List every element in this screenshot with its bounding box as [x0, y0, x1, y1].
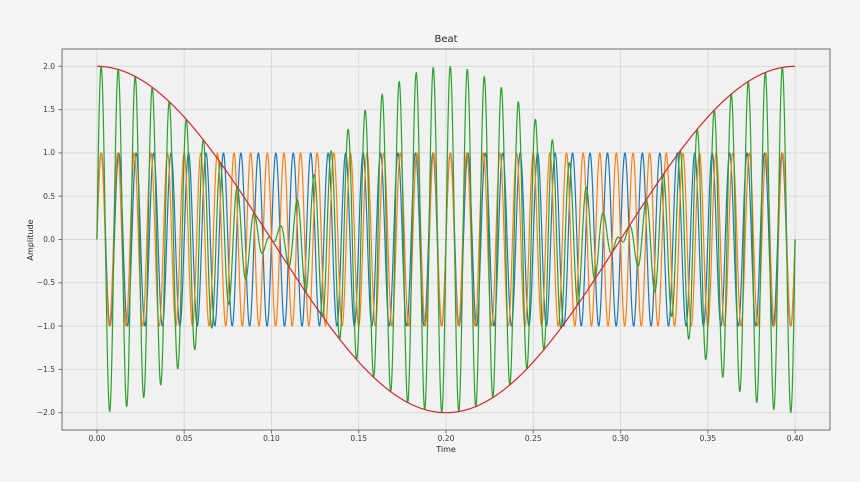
x-tick-label: 0.05 [175, 434, 193, 443]
y-tick-label: 1.5 [43, 105, 55, 115]
x-tick-label: 0.20 [437, 434, 455, 443]
x-tick-label: 0.00 [88, 434, 106, 443]
y-tick-label: −1.0 [36, 321, 55, 331]
y-tick-label: 1.0 [43, 148, 55, 158]
x-tick-label: 0.40 [786, 434, 804, 443]
y-tick-label: 0.5 [43, 191, 55, 201]
y-tick-label: −1.5 [36, 364, 55, 374]
y-tick-label: −2.0 [36, 408, 55, 418]
x-tick-label: 0.10 [263, 434, 280, 443]
figure-canvas: Beat Time Amplitude 0.00 0.05 0.10 0.15 0.20… [0, 0, 860, 482]
y-tick-label: 0.0 [43, 235, 55, 244]
y-tick-label: −0.5 [36, 278, 55, 288]
chart-title: Beat [434, 34, 458, 45]
x-tick-label: 0.35 [699, 434, 717, 443]
x-tick-label: 0.25 [524, 434, 542, 443]
y-tick-label: 2.0 [43, 61, 55, 71]
plot-svg [58, 48, 831, 434]
x-tick-label: 0.15 [350, 434, 368, 443]
x-tick-label: 0.30 [612, 434, 629, 443]
x-axis-label: Time [436, 445, 456, 454]
